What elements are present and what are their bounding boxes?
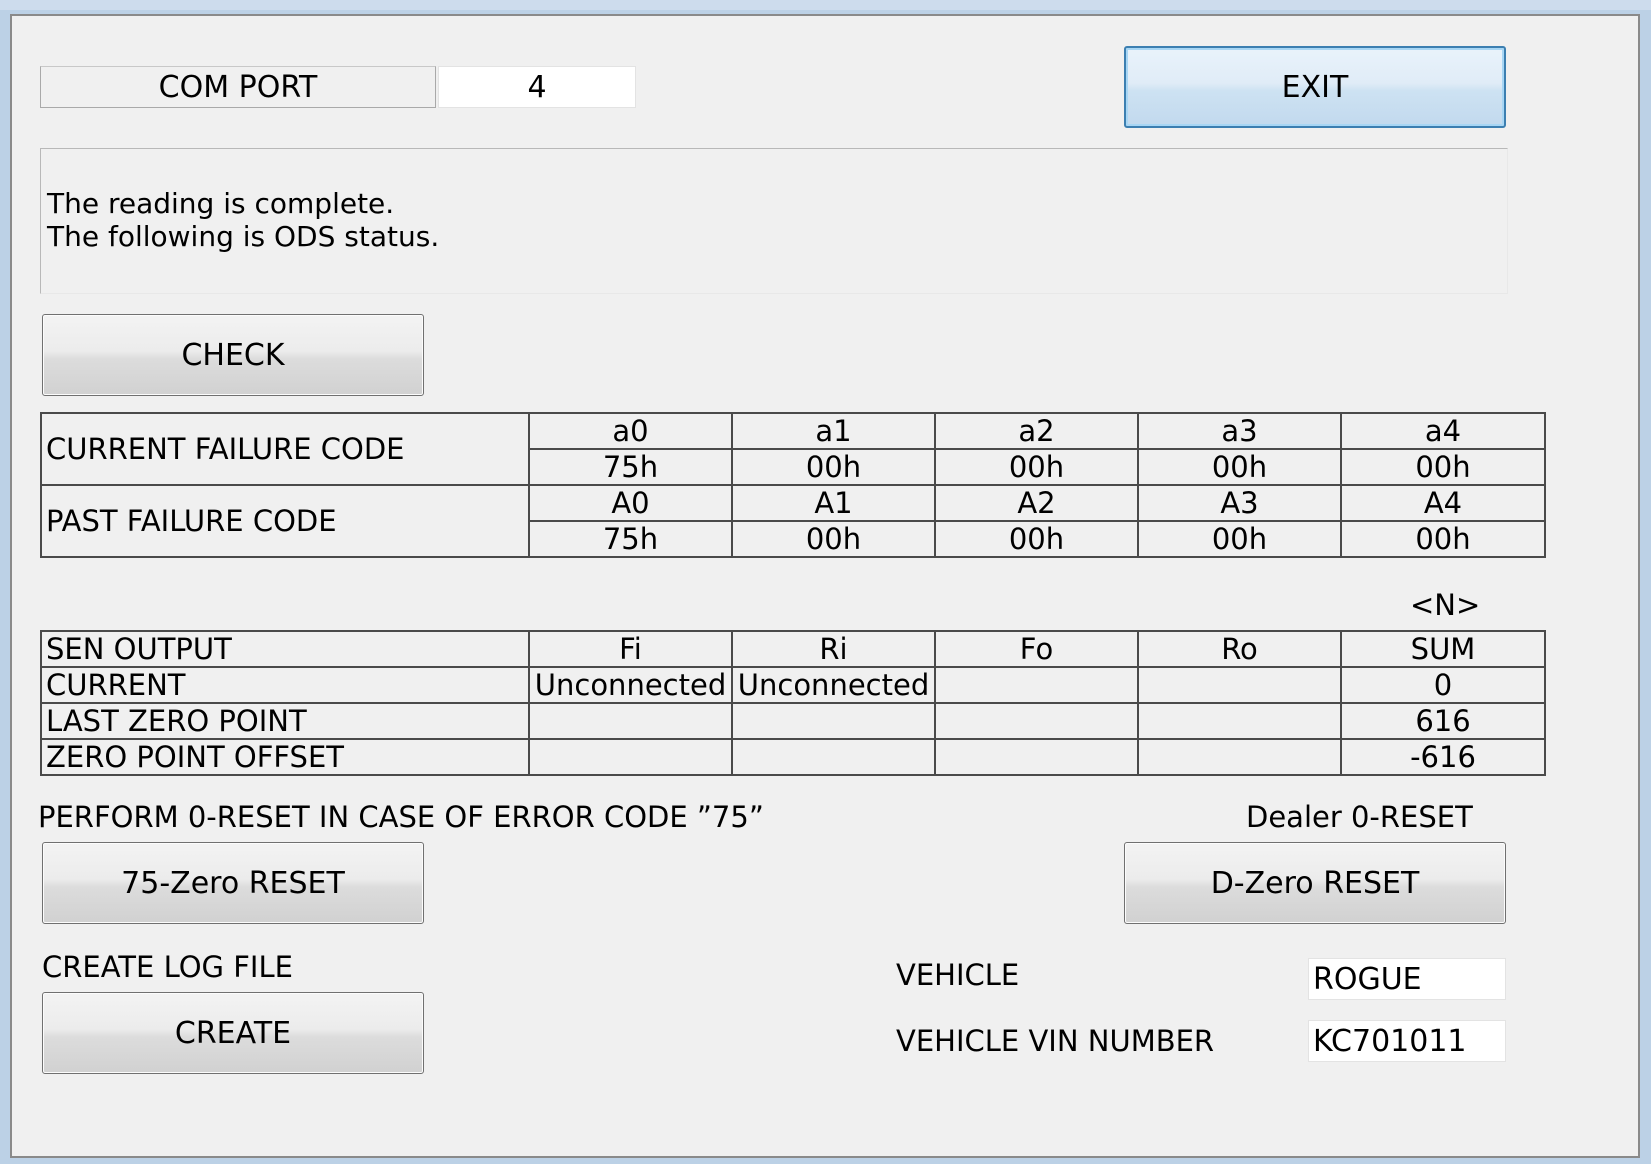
past-failure-code-label: PAST FAILURE CODE	[40, 484, 530, 558]
create-log-button[interactable]: CREATE	[42, 992, 424, 1074]
table-row: ZERO POINT OFFSET -616	[40, 738, 1546, 776]
current-header-a1: a1	[731, 412, 936, 450]
zero75-reset-button[interactable]: 75-Zero RESET	[42, 842, 424, 924]
current-value-a0: 75h	[528, 448, 733, 486]
sensor-header-row: SEN OUTPUT Fi Ri Fo Ro SUM	[40, 630, 1546, 668]
table-row: CURRENT Unconnected Unconnected 0	[40, 666, 1546, 704]
past-value-a0: 75h	[528, 520, 733, 558]
dzero-reset-button[interactable]: D-Zero RESET	[1124, 842, 1506, 924]
create-log-file-label: CREATE LOG FILE	[42, 950, 293, 984]
past-header-a0: A0	[528, 484, 733, 522]
last-zero-fo	[934, 702, 1139, 740]
table-row: LAST ZERO POINT 616	[40, 702, 1546, 740]
last-zero-ro	[1137, 702, 1342, 740]
past-header-a3: A3	[1137, 484, 1342, 522]
ro-header: Ro	[1137, 630, 1342, 668]
ods-tool-window: COM PORT 4 EXIT The reading is complete.…	[10, 14, 1640, 1158]
past-value-a4: 00h	[1340, 520, 1546, 558]
offset-ri	[731, 738, 936, 776]
row-label-last-zero-point: LAST ZERO POINT	[40, 702, 530, 740]
last-zero-sum: 616	[1340, 702, 1546, 740]
vehicle-field[interactable]: ROGUE	[1308, 958, 1506, 1000]
status-line-1: The reading is complete.	[47, 187, 395, 220]
past-header-a2: A2	[934, 484, 1139, 522]
sen-output-header: SEN OUTPUT	[40, 630, 530, 668]
exit-button[interactable]: EXIT	[1124, 46, 1506, 128]
current-ro	[1137, 666, 1342, 704]
vin-label: VEHICLE VIN NUMBER	[896, 1024, 1215, 1058]
current-header-a3: a3	[1137, 412, 1342, 450]
com-port-label: COM PORT	[40, 66, 436, 108]
offset-sum: -616	[1340, 738, 1546, 776]
current-header-a4: a4	[1340, 412, 1546, 450]
vehicle-label: VEHICLE	[896, 958, 1020, 992]
dealer-reset-label: Dealer 0-RESET	[1246, 800, 1473, 834]
current-value-a3: 00h	[1137, 448, 1342, 486]
ri-header: Ri	[731, 630, 936, 668]
com-port-field[interactable]: 4	[438, 66, 636, 108]
offset-fi	[528, 738, 733, 776]
current-failure-code-label: CURRENT FAILURE CODE	[40, 412, 530, 486]
reset-instruction-text: PERFORM 0-RESET IN CASE OF ERROR CODE ”7…	[38, 800, 764, 834]
current-sum: 0	[1340, 666, 1546, 704]
past-value-a3: 00h	[1137, 520, 1342, 558]
title-bar-strip	[0, 0, 1651, 10]
sensor-output-table: SEN OUTPUT Fi Ri Fo Ro SUM CURRENT Uncon…	[40, 630, 1546, 776]
sum-header: SUM	[1340, 630, 1546, 668]
check-button[interactable]: CHECK	[42, 314, 424, 396]
current-header-a0: a0	[528, 412, 733, 450]
past-header-a1: A1	[731, 484, 936, 522]
offset-fo	[934, 738, 1139, 776]
fi-header: Fi	[528, 630, 733, 668]
row-label-current: CURRENT	[40, 666, 530, 704]
failure-code-table: CURRENT FAILURE CODE a0 a1 a2 a3 a4 75h …	[40, 412, 1546, 558]
current-ri: Unconnected	[731, 666, 936, 704]
row-label-zero-point-offset: ZERO POINT OFFSET	[40, 738, 530, 776]
past-value-a1: 00h	[731, 520, 936, 558]
current-value-a1: 00h	[731, 448, 936, 486]
last-zero-fi	[528, 702, 733, 740]
last-zero-ri	[731, 702, 936, 740]
vin-field[interactable]: KC701011	[1308, 1020, 1506, 1062]
current-header-a2: a2	[934, 412, 1139, 450]
offset-ro	[1137, 738, 1342, 776]
current-fi: Unconnected	[528, 666, 733, 704]
past-header-a4: A4	[1340, 484, 1546, 522]
status-line-2: The following is ODS status.	[47, 220, 440, 253]
status-message-box: The reading is complete. The following i…	[40, 148, 1508, 294]
current-value-a2: 00h	[934, 448, 1139, 486]
current-value-a4: 00h	[1340, 448, 1546, 486]
current-fo	[934, 666, 1139, 704]
past-value-a2: 00h	[934, 520, 1139, 558]
fo-header: Fo	[934, 630, 1139, 668]
unit-label: <N>	[1410, 588, 1481, 622]
